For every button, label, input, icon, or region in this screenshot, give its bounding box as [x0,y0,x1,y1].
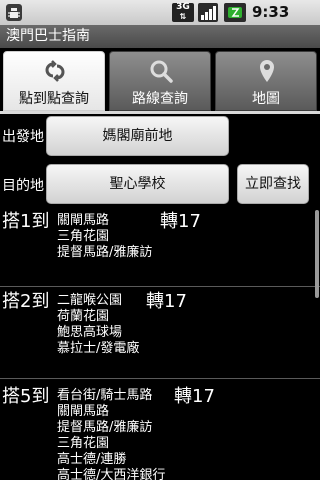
tab-route-search[interactable]: 路線查詢 [109,51,211,111]
tab-point-to-point[interactable]: 點到點查詢 [3,51,105,111]
scrollbar[interactable] [315,210,319,298]
origin-label: 出發地 [2,129,44,145]
tab-label: 地圖 [252,91,280,107]
tab-label: 路線查詢 [132,91,188,107]
origin-select-button[interactable]: 媽閣廟前地 [46,116,229,156]
stop-name: 三角花園 [57,229,110,244]
stop-name: 慕拉士/發電廠 [57,341,140,356]
destination-label: 目的地 [2,178,44,194]
battery-icon [224,3,246,22]
tab-map[interactable]: 地圖 [215,51,317,111]
ride-label: 搭2到 [2,291,50,312]
status-bar: 3G ⇅ 9:33 AM [0,0,320,40]
clock: 9:33 AM [252,3,290,40]
transfer-label: 轉17 [146,291,187,312]
signal-icon [198,3,218,22]
tab-underline [0,111,320,114]
transfer-label: 轉17 [160,211,201,232]
app-title: 澳門巴士指南 [6,28,90,44]
stop-name: 鮑思高球場 [57,325,123,340]
list-item[interactable]: 搭2到 二龍喉公園 荷蘭花園 鮑思高球場 慕拉士/發電廠 轉17 [0,291,320,375]
stop-list: 看台街/騎士馬路 關閘馬路 提督馬路/雅廉訪 三角花園 高士德/連勝 高士德/大… [57,388,165,480]
search-now-button[interactable]: 立即查找 [237,164,309,204]
list-item[interactable]: 搭5到 看台街/騎士馬路 關閘馬路 提督馬路/雅廉訪 三角花園 高士德/連勝 高… [0,386,320,480]
link-icon [45,60,65,82]
divider [0,378,320,379]
destination-select-button[interactable]: 聖心學校 [46,164,229,204]
stop-name: 關閘馬路 [57,213,110,228]
ride-label: 搭5到 [2,386,50,407]
stop-name: 二龍喉公園 [57,293,123,308]
divider [0,286,320,287]
tab-strip: 點到點查詢 路線查詢 地圖 [0,48,320,114]
stop-name: 三角花園 [57,436,110,451]
results-list[interactable]: 搭1到 關閘馬路 三角花園 提督馬路/雅廉訪 轉17 搭2到 二龍喉公園 荷蘭花… [0,210,320,480]
stop-list: 關閘馬路 三角花園 提督馬路/雅廉訪 [57,213,152,261]
stop-name: 關閘馬路 [57,404,110,419]
ride-label: 搭1到 [2,211,50,232]
transfer-label: 轉17 [174,386,215,407]
list-item[interactable]: 搭1到 關閘馬路 三角花園 提督馬路/雅廉訪 轉17 [0,211,320,281]
stop-name: 高士德/大西洋銀行 [57,468,166,480]
stop-name: 提督馬路/雅廉訪 [57,420,153,435]
tab-label: 點到點查詢 [19,91,89,107]
3g-icon: 3G ⇅ [172,3,194,22]
stop-name: 提督馬路/雅廉訪 [57,245,153,260]
usb-debug-icon [6,4,22,21]
stop-name: 高士德/連勝 [57,452,127,467]
title-bar: 澳門巴士指南 [0,25,320,49]
stop-list: 二龍喉公園 荷蘭花園 鮑思高球場 慕拉士/發電廠 [57,293,139,357]
stop-name: 荷蘭花園 [57,309,110,324]
stop-name: 看台街/騎士馬路 [57,388,153,403]
search-icon [150,60,173,83]
map-pin-icon [260,60,274,82]
